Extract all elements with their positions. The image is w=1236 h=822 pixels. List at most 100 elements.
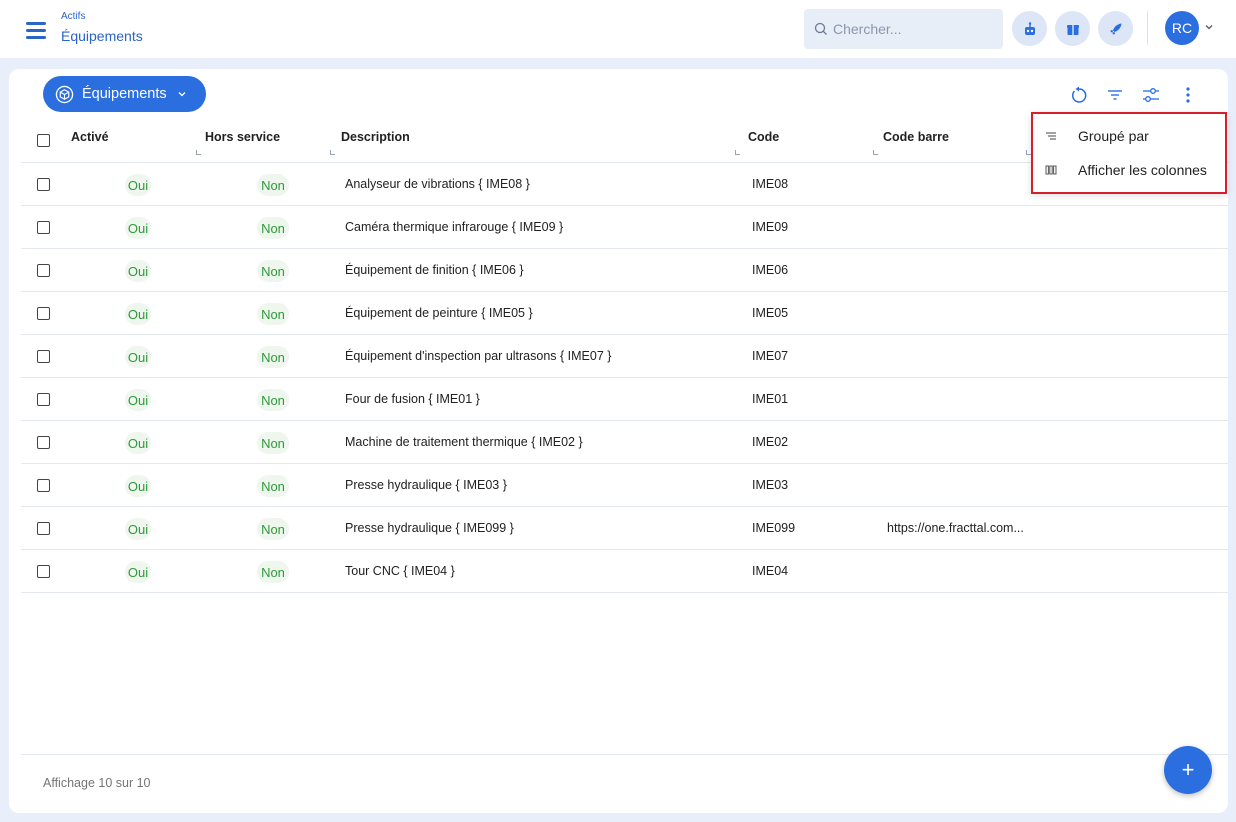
out-of-service-badge: Non	[257, 217, 289, 239]
active-badge: Oui	[125, 475, 151, 497]
description-cell: Équipement de peinture { IME05 }	[345, 306, 533, 320]
user-avatar[interactable]: RC	[1165, 11, 1199, 45]
footer-divider	[21, 754, 1228, 755]
code-cell: IME02	[752, 435, 789, 449]
out-of-service-badge: Non	[257, 174, 289, 196]
out-of-service-badge: Non	[257, 518, 289, 540]
description-cell: Équipement d'inspection par ultrasons { …	[345, 349, 612, 363]
description-cell: Équipement de finition { IME06 }	[345, 263, 524, 277]
row-checkbox[interactable]	[37, 307, 50, 320]
row-checkbox[interactable]	[37, 178, 50, 191]
search-icon	[814, 22, 827, 35]
header-divider	[1147, 11, 1148, 45]
column-resize-handle[interactable]	[196, 150, 201, 155]
code-cell: IME05	[752, 306, 789, 320]
menu-item-label: Groupé par	[1078, 128, 1149, 144]
active-badge: Oui	[125, 303, 151, 325]
active-badge: Oui	[125, 346, 151, 368]
assistant-button[interactable]	[1012, 11, 1047, 46]
more-vertical-icon	[1186, 87, 1190, 103]
column-resize-handle[interactable]	[330, 150, 335, 155]
more-options-button[interactable]	[1177, 84, 1199, 106]
out-of-service-badge: Non	[257, 432, 289, 454]
select-all-checkbox[interactable]	[37, 134, 50, 147]
search-input[interactable]	[833, 21, 993, 37]
gift-button[interactable]	[1055, 11, 1090, 46]
add-button[interactable]: +	[1164, 746, 1212, 794]
description-cell: Machine de traitement thermique { IME02 …	[345, 435, 583, 449]
table-row[interactable]: Oui Non Équipement de finition { IME06 }…	[21, 249, 1228, 292]
filter-button[interactable]	[1104, 84, 1126, 106]
row-checkbox[interactable]	[37, 522, 50, 535]
description-cell: Presse hydraulique { IME03 }	[345, 478, 507, 492]
code-cell: IME07	[752, 349, 789, 363]
table-row[interactable]: Oui Non Caméra thermique infrarouge { IM…	[21, 206, 1228, 249]
view-selector-label: Équipements	[82, 86, 167, 102]
menu-item-label: Afficher les colonnes	[1078, 162, 1207, 178]
more-options-menu: Groupé par Afficher les colonnes	[1031, 112, 1227, 194]
rocket-icon	[1110, 23, 1121, 34]
active-badge: Oui	[125, 260, 151, 282]
row-checkbox[interactable]	[37, 264, 50, 277]
group-by-icon	[1046, 132, 1056, 140]
code-cell: IME099	[752, 521, 796, 535]
barcode-cell[interactable]: https://one.fracttal.com...	[887, 521, 1024, 535]
search-box[interactable]	[804, 9, 1003, 49]
table-row[interactable]: Oui Non Presse hydraulique { IME03 } IME…	[21, 464, 1228, 507]
active-badge: Oui	[125, 561, 151, 583]
row-checkbox[interactable]	[37, 350, 50, 363]
view-selector-button[interactable]: Équipements	[43, 76, 206, 112]
menu-item-show-columns[interactable]: Afficher les colonnes	[1033, 153, 1224, 187]
cube-icon	[55, 85, 74, 103]
column-header-active[interactable]: Activé	[71, 130, 109, 144]
column-resize-handle[interactable]	[873, 150, 878, 155]
row-checkbox[interactable]	[37, 479, 50, 492]
active-badge: Oui	[125, 432, 151, 454]
table-row[interactable]: Oui Non Presse hydraulique { IME099 } IM…	[21, 507, 1228, 550]
active-badge: Oui	[125, 174, 151, 196]
filter-icon	[1108, 90, 1122, 100]
gift-icon	[1066, 24, 1079, 35]
out-of-service-badge: Non	[257, 260, 289, 282]
description-cell: Presse hydraulique { IME099 }	[345, 521, 514, 535]
column-header-code[interactable]: Code	[748, 130, 779, 144]
chevron-down-icon[interactable]	[1204, 22, 1214, 32]
chevron-down-icon	[178, 92, 186, 97]
active-badge: Oui	[125, 518, 151, 540]
refresh-button[interactable]	[1068, 84, 1090, 106]
table-row[interactable]: Oui Non Équipement de peinture { IME05 }…	[21, 292, 1228, 335]
table-row[interactable]: Oui Non Équipement d'inspection par ultr…	[21, 335, 1228, 378]
page-title: Équipements	[61, 28, 143, 44]
out-of-service-badge: Non	[257, 303, 289, 325]
description-cell: Four de fusion { IME01 }	[345, 392, 480, 406]
column-header-out-of-service[interactable]: Hors service	[205, 130, 280, 144]
pagination-status: Affichage 10 sur 10	[43, 776, 151, 790]
launch-button[interactable]	[1098, 11, 1133, 46]
column-header-barcode[interactable]: Code barre	[883, 130, 949, 144]
description-cell: Analyseur de vibrations { IME08 }	[345, 177, 530, 191]
row-checkbox[interactable]	[37, 436, 50, 449]
code-cell: IME04	[752, 564, 789, 578]
description-cell: Caméra thermique infrarouge { IME09 }	[345, 220, 564, 234]
active-badge: Oui	[125, 389, 151, 411]
column-header-description[interactable]: Description	[341, 130, 410, 144]
columns-icon	[1045, 165, 1057, 175]
row-checkbox[interactable]	[37, 565, 50, 578]
row-checkbox[interactable]	[37, 393, 50, 406]
row-checkbox[interactable]	[37, 221, 50, 234]
top-bar: Actifs Équipements RC	[0, 0, 1236, 58]
sliders-icon	[1143, 88, 1159, 102]
active-badge: Oui	[125, 217, 151, 239]
table-row[interactable]: Oui Non Tour CNC { IME04 } IME04	[21, 550, 1228, 593]
breadcrumb-parent[interactable]: Actifs	[61, 11, 85, 22]
settings-button[interactable]	[1140, 84, 1162, 106]
out-of-service-badge: Non	[257, 346, 289, 368]
code-cell: IME03	[752, 478, 789, 492]
robot-icon	[1024, 21, 1035, 35]
table-row[interactable]: Oui Non Four de fusion { IME01 } IME01	[21, 378, 1228, 421]
menu-icon[interactable]	[26, 22, 46, 39]
menu-item-group-by[interactable]: Groupé par	[1033, 119, 1224, 153]
table-row[interactable]: Oui Non Machine de traitement thermique …	[21, 421, 1228, 464]
out-of-service-badge: Non	[257, 561, 289, 583]
column-resize-handle[interactable]	[735, 150, 740, 155]
